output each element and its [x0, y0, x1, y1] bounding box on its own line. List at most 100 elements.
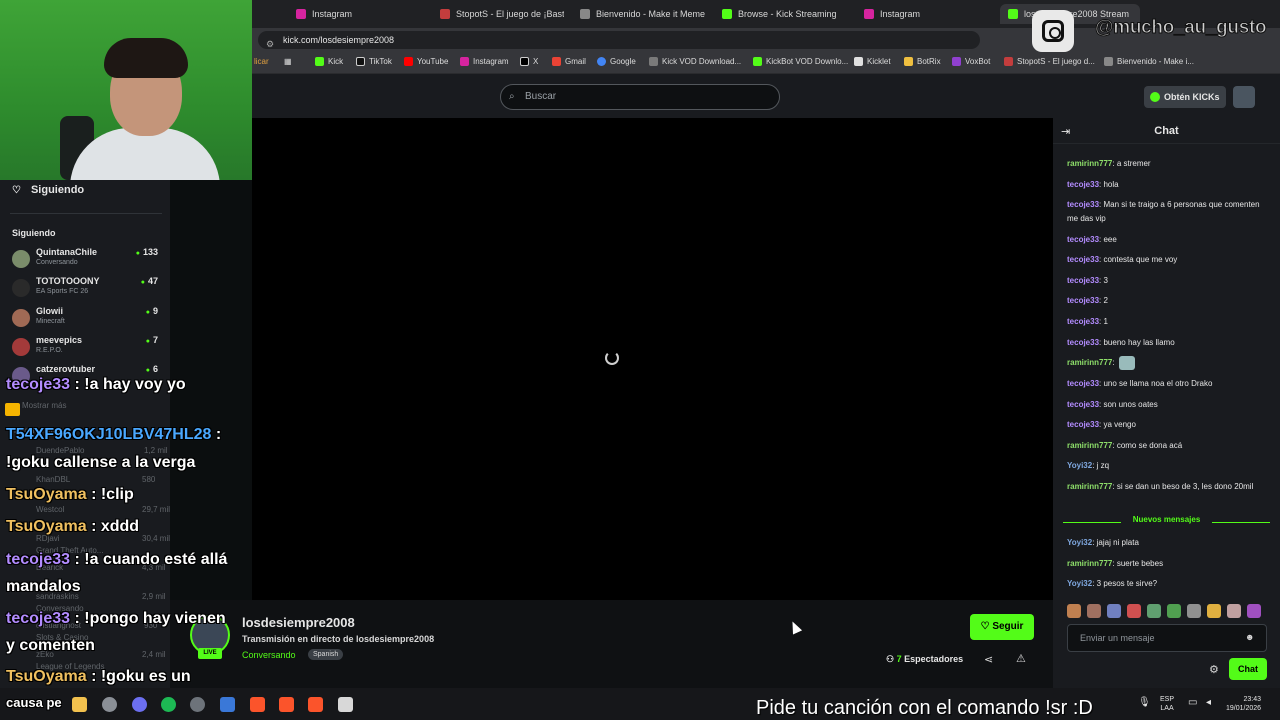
site-info-icon[interactable]: ⚙	[266, 35, 274, 53]
bookmark-label: YouTube	[417, 57, 449, 66]
bookmark[interactable]: YouTube	[404, 57, 448, 66]
sidebar-ghost-text: Westcol	[36, 505, 65, 514]
url-field[interactable]: ⚙ kick.com/losdesiempre2008	[258, 31, 980, 49]
bookmark[interactable]: Instagram	[460, 57, 509, 66]
chat-text: si se dan un beso de 3, les dono 20mil	[1116, 482, 1254, 491]
sidebar-channel[interactable]: QuintanaChile Conversando 133	[12, 247, 162, 273]
chat-message-input[interactable]: Enviar un mensaje	[1067, 624, 1267, 652]
system-clock[interactable]: 23:43 19/01/2026	[1226, 695, 1261, 713]
chat-username[interactable]: Yoyi32	[1067, 579, 1092, 588]
emote-icon[interactable]	[1167, 604, 1181, 618]
get-kicks-button[interactable]: Obtén KICKs	[1144, 86, 1226, 108]
emote-icon[interactable]	[1107, 604, 1121, 618]
sidebar-channel[interactable]: meevepics R.E.P.O. 7	[12, 335, 162, 361]
bookmark[interactable]: Google	[597, 57, 636, 66]
bookmark[interactable]: KickBot VOD Downlo...	[753, 57, 848, 66]
bookmark[interactable]: StopotS - El juego d...	[1004, 57, 1095, 66]
emote-icon[interactable]	[1187, 604, 1201, 618]
chat-username[interactable]: tecoje33	[1067, 317, 1099, 326]
brave-browser-icon[interactable]	[279, 697, 294, 712]
chat-username[interactable]: Yoyi32	[1067, 538, 1092, 547]
channel-category: Minecraft	[36, 318, 65, 325]
chat-username[interactable]: tecoje33	[1067, 420, 1099, 429]
microphone-icon[interactable]: 🎙	[1138, 697, 1151, 708]
video-player[interactable]	[252, 118, 1053, 600]
notepad-icon[interactable]	[338, 697, 353, 712]
browser-tab[interactable]: Instagram	[296, 4, 426, 24]
search-input[interactable]: ⌕ Buscar	[500, 84, 780, 110]
bookmark[interactable]: Gmail	[552, 57, 586, 66]
bookmark[interactable]: Kicklet	[854, 57, 891, 66]
bookmark[interactable]: X	[520, 57, 538, 66]
chat-username[interactable]: Yoyi32	[1067, 461, 1092, 470]
bookmark[interactable]: Kick VOD Download...	[649, 57, 741, 66]
chat-username[interactable]: ramirinn777	[1067, 358, 1112, 367]
clock-app-icon[interactable]	[102, 697, 117, 712]
bookmark[interactable]: licar	[254, 57, 269, 66]
emote-icon[interactable]	[1147, 604, 1161, 618]
chat-message: tecoje33: Man si te traigo a 6 personas …	[1067, 198, 1272, 226]
sidebar-ghost-text: 29,7 mil	[142, 505, 171, 514]
chat-username[interactable]: tecoje33	[1067, 235, 1099, 244]
apps-icon[interactable]: ▦	[284, 57, 292, 66]
tab-label: Instagram	[880, 9, 921, 19]
overlay-chat-user: tecoje33	[6, 376, 71, 393]
bookmark[interactable]: VoxBot	[952, 57, 990, 66]
browser-tab[interactable]: StopotS - El juego de ¡Basta!, p	[440, 4, 564, 24]
sidebar-item-following[interactable]: ♡ Siguiendo	[12, 184, 84, 196]
emote-icon[interactable]	[1227, 604, 1241, 618]
emoji-icon[interactable]: ☻	[1245, 632, 1254, 642]
browser-tab[interactable]: Instagram	[864, 4, 994, 24]
network-icon[interactable]: ▭	[1188, 697, 1197, 708]
browser-tab[interactable]: Bienvenido - Make it Meme	[580, 4, 710, 24]
chat-send-button[interactable]: Chat	[1229, 658, 1267, 680]
language-tag[interactable]: Spanish	[308, 649, 344, 660]
spotify-icon[interactable]	[161, 697, 176, 712]
obs-icon[interactable]	[190, 697, 205, 712]
follow-button[interactable]: ♡ Seguir	[970, 614, 1034, 640]
bookmark-label: Google	[610, 57, 636, 66]
share-icon[interactable]: ⋖	[984, 653, 993, 666]
chat-username[interactable]: ramirinn777	[1067, 441, 1112, 450]
volume-icon[interactable]: ◂	[1206, 697, 1211, 708]
brave-browser-icon[interactable]	[308, 697, 323, 712]
input-language[interactable]: ESP LAA	[1160, 695, 1174, 713]
chat-username[interactable]: tecoje33	[1067, 379, 1099, 388]
emote-icon[interactable]	[1127, 604, 1141, 618]
bookmark[interactable]: TikTok	[356, 57, 392, 66]
chat-username[interactable]: ramirinn777	[1067, 559, 1112, 568]
emote-icon[interactable]	[1087, 604, 1101, 618]
streamer-name[interactable]: losdesiempre2008	[242, 615, 355, 630]
file-explorer-icon[interactable]	[72, 697, 87, 712]
gear-icon[interactable]: ⚙	[1209, 663, 1219, 676]
chat-username[interactable]: tecoje33	[1067, 338, 1099, 347]
heart-icon: ♡	[980, 621, 993, 632]
chat-message: ramirinn777: a stremer	[1067, 157, 1272, 171]
bookmark[interactable]: BotRix	[904, 57, 941, 66]
chat-username[interactable]: tecoje33	[1067, 400, 1099, 409]
emote-icon[interactable]	[1207, 604, 1221, 618]
chat-username[interactable]: ramirinn777	[1067, 482, 1112, 491]
chat-username[interactable]: tecoje33	[1067, 255, 1099, 264]
chat-username[interactable]: ramirinn777	[1067, 159, 1112, 168]
chat-username[interactable]: tecoje33	[1067, 276, 1099, 285]
chat-username[interactable]: tecoje33	[1067, 200, 1099, 209]
brave-browser-icon[interactable]	[250, 697, 265, 712]
bookmark[interactable]: Bienvenido - Make i...	[1104, 57, 1194, 66]
stream-category[interactable]: Conversando	[242, 650, 296, 660]
sidebar-channel[interactable]: Glowii Minecraft 9	[12, 306, 162, 332]
chat-username[interactable]: tecoje33	[1067, 296, 1099, 305]
report-icon[interactable]: ⚠	[1016, 652, 1026, 665]
avatar[interactable]	[1233, 86, 1255, 108]
channel-avatar	[12, 250, 30, 268]
emote-icon[interactable]	[1067, 604, 1081, 618]
sidebar-channel[interactable]: TOTOTOOONY EA Sports FC 26 47	[12, 276, 162, 302]
discord-icon[interactable]	[132, 697, 147, 712]
chat-message: tecoje33: 3	[1067, 274, 1272, 288]
bookmark[interactable]: Kick	[315, 57, 343, 66]
chat-username[interactable]: tecoje33	[1067, 180, 1099, 189]
browser-tab[interactable]: Browse - Kick Streaming	[722, 4, 852, 24]
app-icon[interactable]	[220, 697, 235, 712]
new-messages-divider[interactable]: Nuevos mensajes	[1063, 515, 1270, 529]
emote-icon[interactable]	[1247, 604, 1261, 618]
